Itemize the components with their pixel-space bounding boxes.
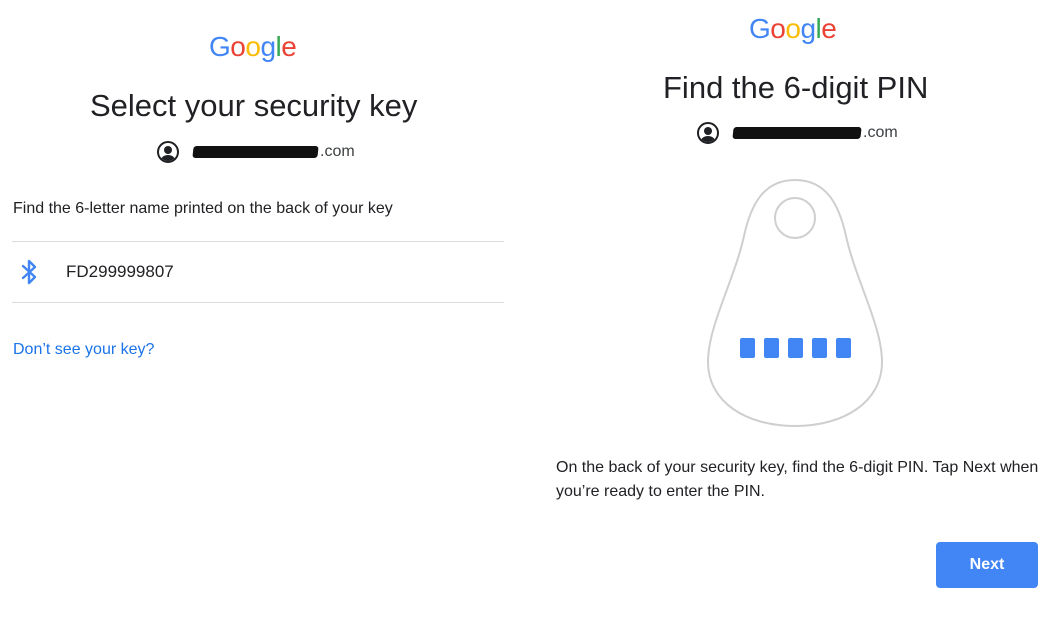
redacted-email bbox=[732, 127, 862, 139]
instruction-text: On the back of your security key, find t… bbox=[556, 459, 1039, 500]
account-chip: .com bbox=[157, 141, 355, 163]
account-email-suffix: .com bbox=[320, 143, 355, 160]
redacted-email bbox=[192, 146, 319, 158]
google-logo: Google bbox=[209, 31, 297, 62]
page-title: Find the 6-digit PIN bbox=[663, 70, 929, 105]
device-name: FD299999807 bbox=[66, 262, 174, 281]
dont-see-key-link[interactable]: Don’t see your key? bbox=[13, 341, 154, 359]
page-title: Select your security key bbox=[90, 88, 418, 123]
next-button[interactable]: Next bbox=[936, 542, 1038, 588]
account-email-suffix: .com bbox=[863, 124, 898, 141]
account-circle-icon bbox=[157, 141, 179, 163]
bluetooth-icon bbox=[21, 259, 37, 285]
account-circle-icon bbox=[697, 122, 719, 144]
security-key-icon bbox=[706, 178, 884, 428]
select-key-panel: Google Select your security key .com Fin… bbox=[0, 0, 520, 622]
find-pin-panel: Google Find the 6-digit PIN .com On the … bbox=[540, 0, 1049, 622]
google-logo: Google bbox=[749, 13, 837, 44]
instruction-text: Find the 6-letter name printed on the ba… bbox=[13, 200, 393, 217]
divider-bottom bbox=[12, 302, 504, 303]
account-chip: .com bbox=[697, 122, 898, 144]
security-key-device-row[interactable]: FD299999807 bbox=[12, 242, 504, 302]
